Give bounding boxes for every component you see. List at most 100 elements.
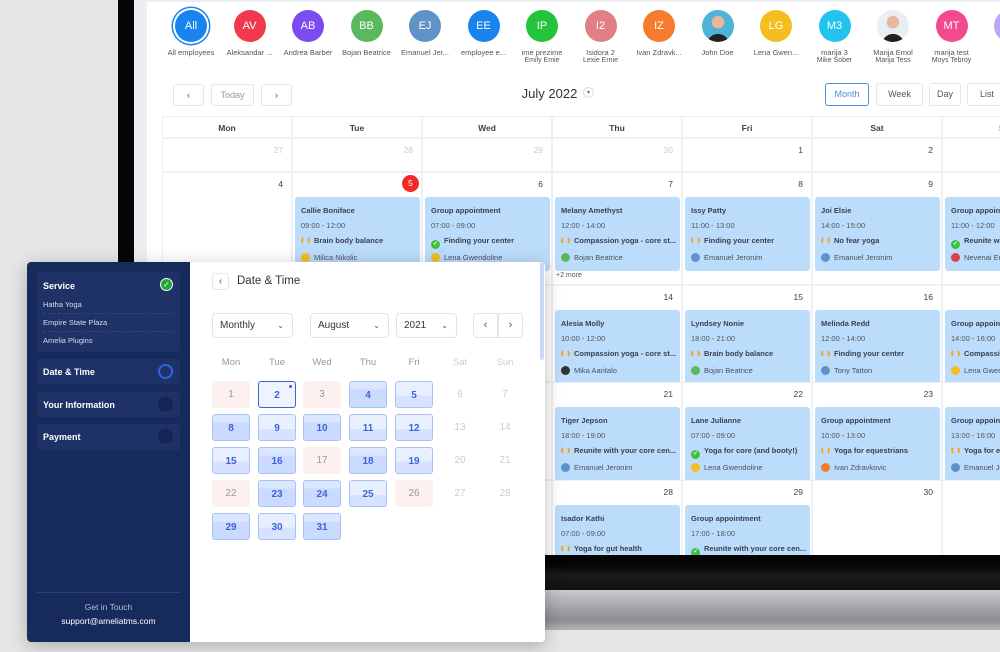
- day-cell[interactable]: 24Group appointment13:00 - 16:00Yoga for…: [942, 382, 1000, 481]
- day-cell[interactable]: 27: [162, 138, 292, 172]
- date-cell[interactable]: 16: [258, 447, 296, 474]
- date-cell[interactable]: 11: [349, 414, 387, 441]
- employee-filter-item[interactable]: EJ Emanuel Jer...: [396, 10, 454, 57]
- view-select[interactable]: Monthly ⌄: [212, 313, 293, 338]
- day-cell[interactable]: 14 Alesia Molly 10:00 - 12:00 Compassion yo…: [552, 285, 682, 384]
- month-select[interactable]: August ⌄: [310, 313, 389, 338]
- employee-filter-item[interactable]: I2 Isidora 2 Lexie Ernie: [572, 10, 630, 64]
- appointment-card[interactable]: Isador Kathi 07:00 - 09:00 Yoga for gut he…: [555, 505, 680, 555]
- day-cell[interactable]: 29: [422, 138, 552, 172]
- day-cell[interactable]: 1: [682, 138, 812, 172]
- day-cell[interactable]: 15 Lyndsey Nonie 18:00 - 21:00 Brain body b…: [682, 285, 812, 384]
- next-month-button[interactable]: ›: [498, 313, 523, 338]
- date-cell[interactable]: 31: [303, 513, 341, 540]
- date-cell[interactable]: 18: [349, 447, 387, 474]
- day-cell[interactable]: 30: [812, 480, 942, 555]
- appointment-service: ✓ Reunite with your core cen...: [691, 544, 806, 555]
- today-button[interactable]: Today: [211, 84, 254, 106]
- scrollbar[interactable]: [540, 262, 544, 360]
- day-cell[interactable]: 2: [812, 138, 942, 172]
- support-email-link[interactable]: support@ameliatms.com: [27, 616, 190, 626]
- day-cell[interactable]: 28: [292, 138, 422, 172]
- day-cell[interactable]: 3: [942, 138, 1000, 172]
- employee-filter-item[interactable]: LG Lena Gwen...: [747, 10, 805, 57]
- date-cell[interactable]: 19: [395, 447, 433, 474]
- appointment-card[interactable]: Lane Julianne 07:00 - 09:00 ✓ Yoga for core…: [685, 407, 810, 481]
- day-cell[interactable]: 23 Group appointment 10:00 - 13:00 Yoga for…: [812, 382, 942, 481]
- employee-filter-item[interactable]: BB Bojan Beatrice: [338, 10, 396, 57]
- appointment-card[interactable]: Callie Boniface 09:00 - 12:00 Brain body b…: [295, 197, 420, 271]
- appointment-card[interactable]: Group appointment 11:00 - 12:00 ✓ Reunite w…: [945, 197, 1000, 271]
- employee-filter-item[interactable]: John Doe: [689, 10, 747, 57]
- step-label: Service: [43, 281, 76, 291]
- day-cell[interactable]: 7 Melany Amethyst 12:00 - 14:00 Compassion …: [552, 172, 682, 285]
- appointment-card[interactable]: Joi Elsie 14:00 - 15:00 No fear yoga Emanue…: [815, 197, 940, 271]
- day-cell[interactable]: 22 Lane Julianne 07:00 - 09:00 ✓ Yoga for co…: [682, 382, 812, 481]
- year-select[interactable]: 2021 ⌄: [396, 313, 457, 338]
- back-button[interactable]: ‹: [212, 273, 229, 290]
- day-cell[interactable]: 10Group appointment11:00 - 12:00✓Reunite…: [942, 172, 1000, 285]
- view-week-button[interactable]: Week: [876, 83, 923, 106]
- date-cell[interactable]: 25: [349, 480, 387, 507]
- date-cell[interactable]: 24: [303, 480, 341, 507]
- appointment-service: Yoga for gut health: [561, 544, 642, 553]
- day-cell[interactable]: 30: [552, 138, 682, 172]
- appointment-employee: Emanuel Jeronim: [561, 463, 632, 472]
- employee-filter-item[interactable]: IP ime prezime Emily Emie: [513, 10, 571, 64]
- step-your-information[interactable]: Your Information: [37, 392, 180, 417]
- employee-name: Mika Aaritalo: [574, 366, 617, 375]
- prev-month-button[interactable]: ‹: [473, 313, 498, 338]
- date-cell[interactable]: 29: [212, 513, 250, 540]
- day-cell[interactable]: 16 Melinda Redd 12:00 - 14:00 Finding your …: [812, 285, 942, 384]
- date-cell[interactable]: 8: [212, 414, 250, 441]
- step-date-time[interactable]: Date & Time: [37, 359, 180, 384]
- appointment-card[interactable]: Melany Amethyst 12:00 - 14:00 Compassion y…: [555, 197, 680, 271]
- more-appointments-link[interactable]: +2 more: [556, 272, 582, 279]
- appointment-card[interactable]: Group appointment 07:00 - 09:00 ✓ Finding y…: [425, 197, 550, 271]
- employee-avatar-icon: [561, 253, 570, 262]
- date-cell[interactable]: 4: [349, 381, 387, 408]
- step-payment[interactable]: Payment: [37, 424, 180, 450]
- employee-filter-item[interactable]: Marija Emol Marija Tess: [864, 10, 922, 64]
- day-cell[interactable]: 9 Joi Elsie 14:00 - 15:00 No fear yoga Emanu…: [812, 172, 942, 285]
- step-service[interactable]: Service ✓ Hatha Yoga Empire State Plaza Amel…: [37, 272, 180, 352]
- appointment-card[interactable]: Alesia Molly 10:00 - 12:00 Compassion yoga…: [555, 310, 680, 384]
- date-cell[interactable]: 2: [258, 381, 296, 408]
- employee-filter-item[interactable]: AV Aleksandar ...: [221, 10, 279, 57]
- date-cell[interactable]: 5: [395, 381, 433, 408]
- employee-filter-item[interactable]: AB Andrea Barber: [279, 10, 337, 57]
- appointment-card[interactable]: Issy Patty 11:00 - 13:00 Finding your cent…: [685, 197, 810, 271]
- date-cell[interactable]: 15: [212, 447, 250, 474]
- view-list-button[interactable]: List: [967, 83, 1000, 106]
- day-cell[interactable]: 8 Issy Patty 11:00 - 13:00 Finding your cen…: [682, 172, 812, 285]
- chevron-down-icon[interactable]: ▾: [583, 87, 594, 98]
- view-month-button[interactable]: Month: [825, 83, 869, 106]
- day-cell[interactable]: 29 Group appointment 17:00 - 18:00 ✓ Reunite…: [682, 480, 812, 555]
- day-cell[interactable]: 17Group appointment14:00 - 16:00Compassi…: [942, 285, 1000, 384]
- date-cell[interactable]: 10: [303, 414, 341, 441]
- prev-month-button[interactable]: ‹: [173, 84, 204, 106]
- date-cell[interactable]: 9: [258, 414, 296, 441]
- appointment-card[interactable]: Group appointment 17:00 - 18:00 ✓ Reunite w…: [685, 505, 810, 555]
- date-cell[interactable]: 12: [395, 414, 433, 441]
- date-cell: 14: [499, 422, 511, 433]
- appointment-card[interactable]: Group appointment 10:00 - 13:00 Yoga for e…: [815, 407, 940, 481]
- day-cell[interactable]: 21 Tiger Jepson 18:00 - 19:00 Reunite with …: [552, 382, 682, 481]
- employee-filter-item[interactable]: MT marija test Moys Tebroy: [923, 10, 981, 64]
- employee-filter-item[interactable]: IZ Ivan Zdravk...: [630, 10, 688, 57]
- appointment-card[interactable]: Melinda Redd 12:00 - 14:00 Finding your ce…: [815, 310, 940, 384]
- appointment-card[interactable]: Group appointment 13:00 - 16:00 Yoga for e…: [945, 407, 1000, 481]
- appointment-card[interactable]: Group appointment 14:00 - 16:00 Compassion…: [945, 310, 1000, 384]
- appointment-card[interactable]: Tiger Jepson 18:00 - 19:00 Reunite with yo…: [555, 407, 680, 481]
- employee-filter-item[interactable]: All All employees: [162, 10, 220, 57]
- employee-filter-item[interactable]: EE employee e...: [455, 10, 513, 57]
- date-cell[interactable]: 23: [258, 480, 296, 507]
- employee-filter-item[interactable]: M3 marija 3 Mike Sober: [806, 10, 864, 64]
- employee-filter-item[interactable]: ma...: [981, 10, 1000, 57]
- appointment-card[interactable]: Lyndsey Nonie 18:00 - 21:00 Brain body bal…: [685, 310, 810, 384]
- date-cell[interactable]: 30: [258, 513, 296, 540]
- day-cell[interactable]: 31: [942, 480, 1000, 555]
- next-month-button[interactable]: ›: [261, 84, 292, 106]
- view-day-button[interactable]: Day: [929, 83, 961, 106]
- day-cell[interactable]: 28 Isador Kathi 07:00 - 09:00 Yoga for gut …: [552, 480, 682, 555]
